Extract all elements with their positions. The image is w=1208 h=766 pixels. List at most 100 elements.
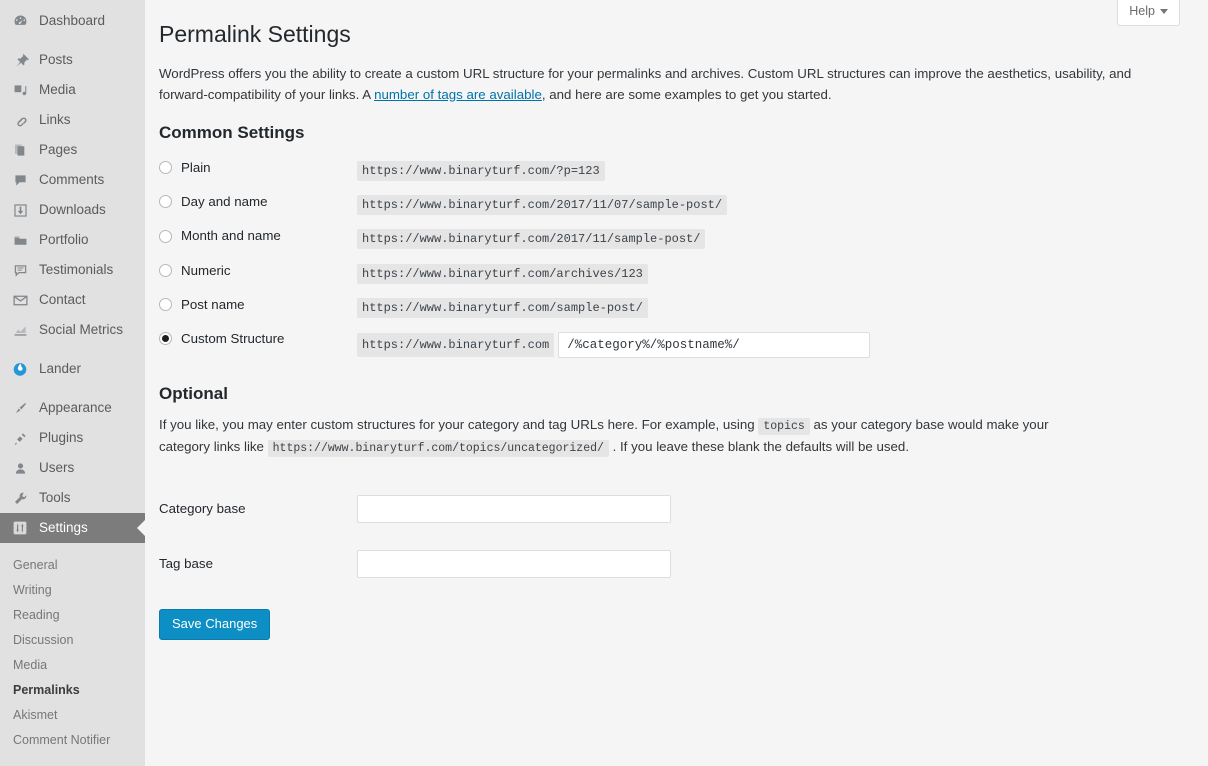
table-row: Category base [159,481,671,536]
sidebar-item-lander[interactable]: Lander [0,354,145,384]
plug-icon [10,428,30,448]
table-row: Month and name https://www.binaryturf.co… [159,221,1180,255]
folder-icon [10,230,30,250]
radio-label-text: Month and name [181,228,281,244]
submenu-item-general[interactable]: General [0,552,145,577]
testimonial-icon [10,260,30,280]
sidebar-item-pages[interactable]: Pages [0,135,145,165]
radio-label-text: Post name [181,296,245,312]
radio-label-text: Day and name [181,194,268,210]
sidebar-item-plugins[interactable]: Plugins [0,423,145,453]
radio-input[interactable] [159,161,172,175]
tag-base-input[interactable] [357,549,671,578]
tags-available-link[interactable]: number of tags are available [374,87,542,102]
sidebar-item-label: Downloads [39,202,106,218]
sidebar-item-users[interactable]: Users [0,453,145,483]
radio-option-numeric[interactable]: Numeric [159,263,231,277]
optional-heading: Optional [159,383,228,403]
sidebar-item-downloads[interactable]: Downloads [0,195,145,225]
sidebar-item-tools[interactable]: Tools [0,483,145,513]
tag-base-label: Tag base [159,556,213,571]
sidebar-item-label: Settings [39,520,88,536]
intro-paragraph: WordPress offers you the ability to crea… [159,64,1179,105]
sidebar-item-posts[interactable]: Posts [0,45,145,75]
custom-structure-input[interactable] [558,331,871,358]
sidebar-item-label: Media [39,82,76,98]
sidebar-item-settings[interactable]: Settings [0,513,145,543]
sidebar-item-portfolio[interactable]: Portfolio [0,225,145,255]
custom-structure-row: https://www.binaryturf.com [357,331,1180,358]
category-base-input[interactable] [357,494,671,523]
radio-input[interactable] [159,263,172,277]
example-url: https://www.binaryturf.com/2017/11/sampl… [357,229,706,250]
radio-option-plain[interactable]: Plain [159,161,211,174]
example-url: https://www.binaryturf.com/archives/123 [357,263,648,284]
sidebar-item-label: Lander [39,361,82,377]
sidebar-item-label: Social Metrics [39,322,124,338]
lander-icon [10,359,30,379]
sidebar-item-label: Users [39,460,75,476]
radio-option-post-name[interactable]: Post name [159,296,245,312]
code-topics: topics [758,417,810,435]
optional-fields-table: Category base Tag base [159,481,671,591]
table-row: Plain https://www.binaryturf.com/?p=123 [159,153,1180,187]
optional-text-part1: If you like, you may enter custom struct… [159,416,759,432]
user-icon [10,458,30,478]
intro-text-part2: , and here are some examples to get you … [541,86,832,102]
optional-paragraph: If you like, you may enter custom struct… [159,414,1059,459]
radio-option-custom-structure[interactable]: Custom Structure [159,332,284,345]
download-icon [10,200,30,220]
sidebar-item-social-metrics[interactable]: Social Metrics [0,315,145,345]
settings-icon [10,518,30,538]
sidebar-item-links[interactable]: Links [0,105,145,135]
submenu-item-akismet[interactable]: Akismet [0,702,145,727]
sidebar-item-testimonials[interactable]: Testimonials [0,255,145,285]
submenu-item-media[interactable]: Media [0,652,145,677]
submenu-item-permalinks[interactable]: Permalinks [0,677,145,702]
link-icon [10,110,30,130]
submenu-item-reading[interactable]: Reading [0,602,145,627]
sidebar-item-label: Posts [39,52,73,68]
submenu-item-writing[interactable]: Writing [0,577,145,602]
settings-submenu: General Writing Reading Discussion Media… [0,543,145,752]
sidebar-item-dashboard[interactable]: Dashboard [0,6,145,36]
optional-text-part3: . If you leave these blank the defaults … [608,439,910,455]
save-changes-button[interactable]: Save Changes [159,609,271,640]
brush-icon [10,398,30,418]
chart-icon [10,320,30,340]
radio-input[interactable] [159,195,172,209]
submenu-item-discussion[interactable]: Discussion [0,627,145,652]
common-settings-heading: Common Settings [159,123,305,143]
radio-input[interactable] [159,229,172,243]
example-url: https://www.binaryturf.com/sample-post/ [357,297,648,318]
sidebar-item-contact[interactable]: Contact [0,285,145,315]
radio-option-day-and-name[interactable]: Day and name [159,194,268,210]
radio-option-month-and-name[interactable]: Month and name [159,228,281,244]
sidebar-item-appearance[interactable]: Appearance [0,393,145,423]
submenu-item-comment-notifier[interactable]: Comment Notifier [0,727,145,752]
radio-label-text: Plain [181,160,211,176]
wrench-icon [10,488,30,508]
sidebar-item-label: Portfolio [39,232,89,248]
sidebar-item-comments[interactable]: Comments [0,165,145,195]
example-url: https://www.binaryturf.com/2017/11/07/sa… [357,195,728,216]
table-row: Post name https://www.binaryturf.com/sam… [159,290,1180,324]
sidebar-item-label: Appearance [39,400,112,416]
sidebar-item-media[interactable]: Media [0,75,145,105]
radio-input[interactable] [159,297,172,311]
radio-input[interactable] [159,331,172,345]
table-row: Day and name https://www.binaryturf.com/… [159,187,1180,221]
category-base-label: Category base [159,501,246,516]
help-label: Help [1129,4,1155,18]
envelope-icon [10,290,30,310]
comment-icon [10,170,30,190]
sidebar-item-label: Links [39,112,71,128]
sidebar-item-label: Plugins [39,430,84,446]
help-button[interactable]: Help [1117,0,1180,26]
main-content: Help Permalink Settings WordPress offers… [145,0,1208,766]
admin-sidebar: Dashboard Posts Media Links Pages Commen… [0,0,145,766]
sidebar-item-label: Dashboard [39,13,106,29]
media-icon [10,80,30,100]
sidebar-item-label: Testimonials [39,262,114,278]
page-title: Permalink Settings [159,21,351,47]
